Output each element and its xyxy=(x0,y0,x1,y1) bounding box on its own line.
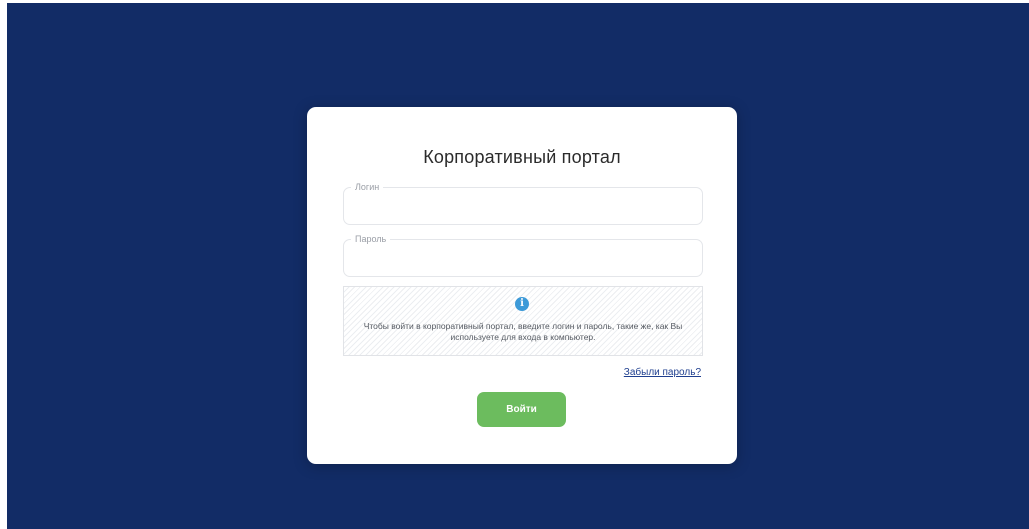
login-card: Корпоративный портал Логин Пароль i Чтоб… xyxy=(307,107,737,464)
info-icon: i xyxy=(515,297,529,311)
page-title: Корпоративный портал xyxy=(423,147,621,167)
password-field[interactable]: Пароль xyxy=(343,233,703,277)
submit-button[interactable]: Войти xyxy=(477,392,566,427)
notice-text: Чтобы войти в корпоративный портал, введ… xyxy=(363,321,683,342)
login-field[interactable]: Логин xyxy=(343,181,703,225)
forgot-password-link[interactable]: Забыли пароль? xyxy=(624,367,701,378)
info-notice: i Чтобы войти в корпоративный портал, вв… xyxy=(343,286,703,356)
password-input[interactable] xyxy=(344,240,702,276)
login-input[interactable] xyxy=(344,188,702,224)
